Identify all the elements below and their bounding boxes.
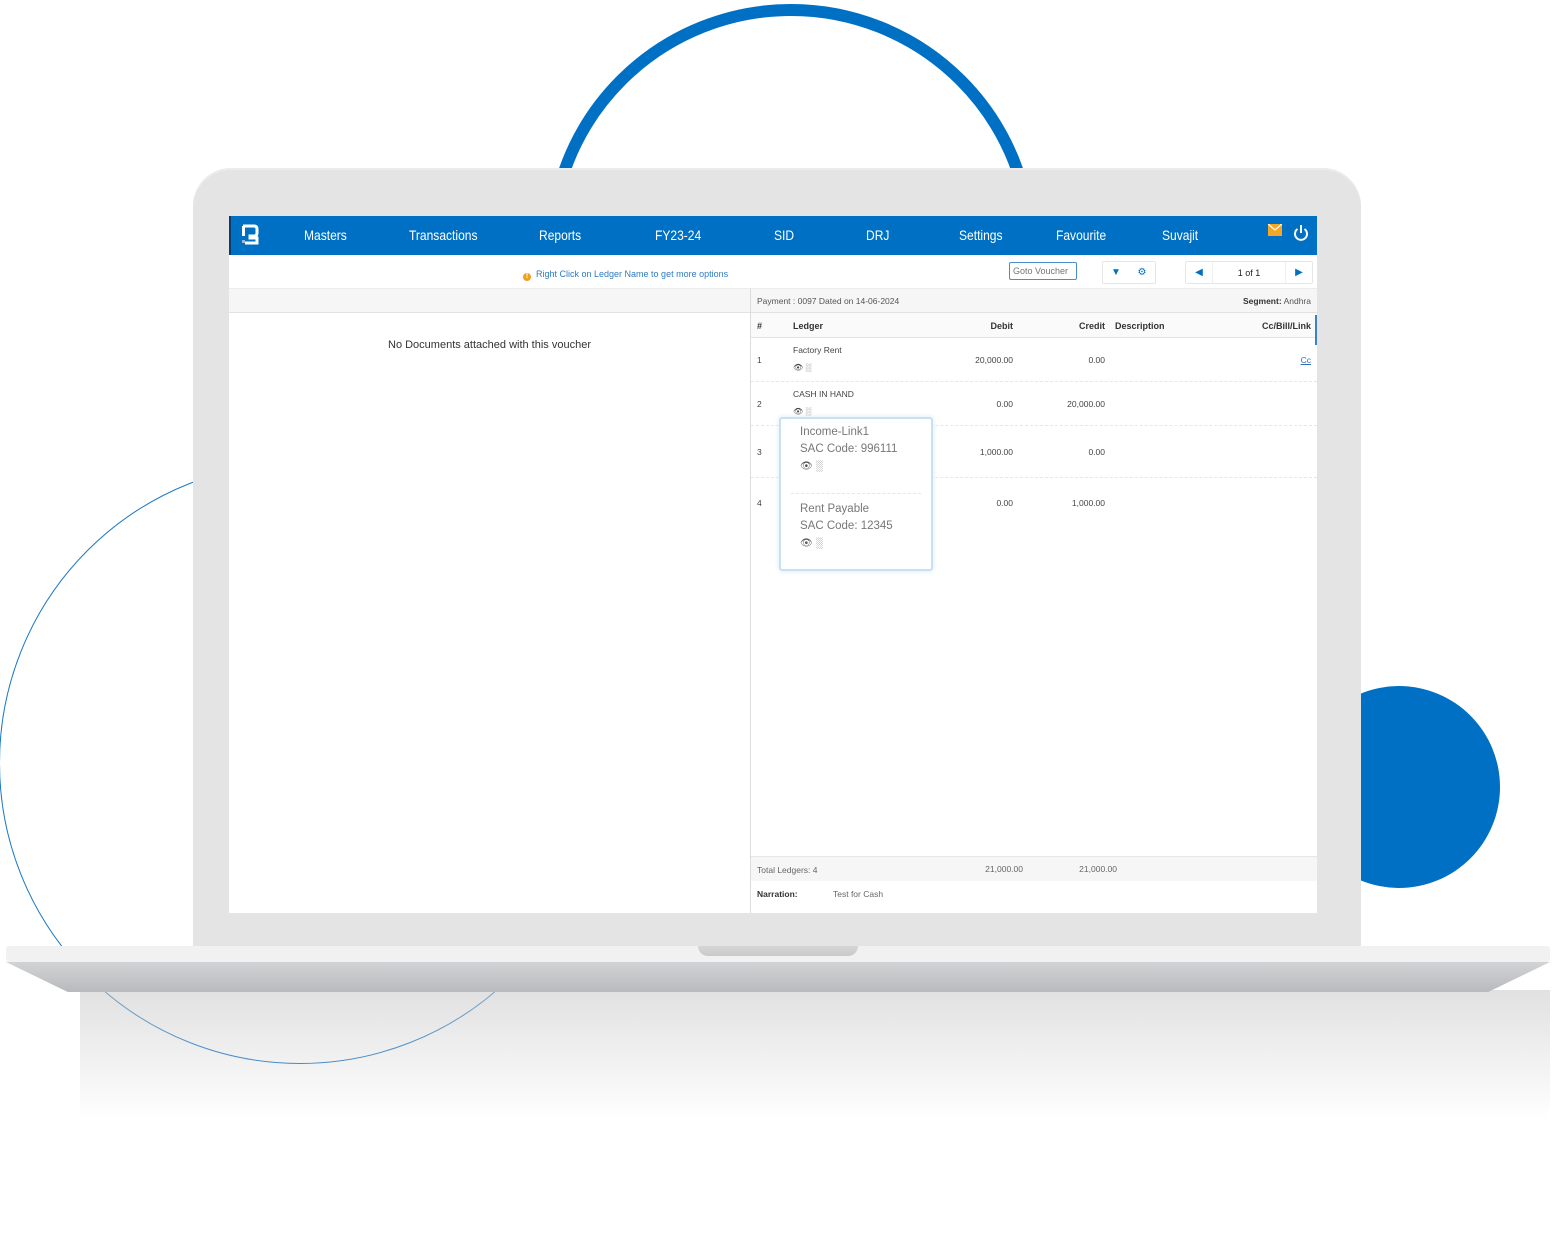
laptop-base [6,946,1550,992]
row-number: 4 [757,498,762,508]
debit-value: 1,000.00 [979,447,1013,457]
chart-icon[interactable]: ░ [805,363,811,372]
credit-value: 0.00 [1088,447,1105,457]
cc-link[interactable]: Cc [1301,355,1311,365]
ledger-name[interactable]: CASH IN HAND [793,389,854,399]
row-actions: 👁 ░ [793,363,811,372]
power-icon[interactable] [1293,224,1309,242]
credit-value: 1,000.00 [1071,498,1105,508]
tool-buttons: ▼ ⚙ [1102,261,1156,284]
totals-row: Total Ledgers: 4 21,000.00 21,000.00 [751,856,1317,881]
voucher-info: Payment : 0097 Dated on 14-06-2024 [757,296,900,306]
popup-ledger-name[interactable]: Income-Link1 [800,426,897,438]
popup-item: Rent Payable SAC Code: 12345 👁 ░ [800,503,893,549]
mail-icon[interactable] [1268,224,1282,236]
col-debit: Debit [990,321,1014,331]
filter-icon: ▼ [1111,267,1121,278]
popup-actions: 👁 ░ [800,538,893,549]
goto-voucher-input[interactable] [1009,262,1077,280]
documents-header [229,289,750,313]
popup-sac-code: SAC Code: 12345 [800,520,893,532]
filter-button[interactable]: ▼ [1103,262,1129,283]
popup-actions: 👁 ░ [800,461,897,472]
nav-financial-year[interactable]: FY23-24 [655,216,701,255]
ledger-popup: Income-Link1 SAC Code: 996111 👁 ░ Rent P… [779,417,933,571]
col-ledger: Ledger [793,321,824,331]
credit-value: 0.00 [1088,355,1105,365]
eye-icon[interactable]: 👁 [800,538,813,549]
popup-sac-code: SAC Code: 996111 [800,443,898,455]
nav-transactions[interactable]: Transactions [409,216,477,255]
pager: ◀ 1 of 1 ▶ [1185,261,1313,284]
row-number: 2 [757,399,762,409]
segment-value: Andhra [1283,296,1311,306]
row-number: 3 [757,447,762,457]
nav-reports[interactable]: Reports [539,216,581,255]
popup-separator [791,493,921,494]
row-actions: 👁 ░ [793,407,811,416]
narration-text: Test for Cash [833,889,884,899]
col-description: Description [1115,321,1165,331]
hint-message: ! Right Click on Ledger Name to get more … [523,269,728,281]
laptop-shadow [80,990,1550,1120]
next-page-button[interactable]: ▶ [1286,262,1312,283]
prev-page-button[interactable]: ◀ [1186,262,1212,283]
debit-value: 0.00 [996,399,1013,409]
chevron-right-icon: ▶ [1295,267,1303,278]
voucher-info-bar: Payment : 0097 Dated on 14-06-2024 Segme… [751,289,1317,313]
eye-icon[interactable]: 👁 [793,407,803,416]
chart-icon[interactable]: ░ [815,461,822,472]
segment-label: Segment: [1242,296,1282,306]
debit-value: 0.00 [996,498,1013,508]
row-number: 1 [757,355,762,365]
chart-icon[interactable]: ░ [815,538,822,549]
settings-button[interactable]: ⚙ [1129,262,1155,283]
toolbar: ! Right Click on Ledger Name to get more … [229,255,1317,289]
col-credit: Credit [1078,321,1105,331]
chevron-left-icon: ◀ [1195,267,1203,278]
segment-info: Segment: Andhra [1243,296,1311,306]
laptop-base-front [6,962,1550,992]
col-cc-bill-link: Cc/Bill/Link [1261,321,1311,331]
total-debit: 21,000.00 [985,864,1023,874]
nav-favourite[interactable]: Favourite [1056,216,1106,255]
nav-user[interactable]: Suvajit [1162,216,1198,255]
app-logo-icon[interactable] [241,224,259,246]
chart-icon[interactable]: ░ [805,407,811,416]
top-nav: Masters Transactions Reports FY23-24 SID… [229,216,1317,255]
total-ledgers: Total Ledgers: 4 [757,865,818,875]
voucher-panel: Payment : 0097 Dated on 14-06-2024 Segme… [751,289,1317,913]
nav-masters[interactable]: Masters [304,216,347,255]
nav-sid[interactable]: SID [774,216,794,255]
table-row: 1 Factory Rent 👁 ░ 20,000.00 0.00 Cc [751,338,1317,382]
laptop-notch [698,946,858,956]
hint-text: Right Click on Ledger Name to get more o… [536,269,729,279]
nav-drj[interactable]: DRJ [866,216,889,255]
app-screen: Masters Transactions Reports FY23-24 SID… [229,216,1317,913]
ledger-name[interactable]: Factory Rent [793,345,842,355]
total-credit: 21,000.00 [1079,864,1117,874]
ledger-table-header: # Ledger Debit Credit Description Cc/Bil… [751,313,1317,338]
narration-row: Narration: Test for Cash [751,881,1317,913]
credit-value: 20,000.00 [1067,399,1105,409]
narration-label: Narration: [757,889,798,899]
no-documents-message: No Documents attached with this voucher [388,339,591,351]
popup-ledger-name[interactable]: Rent Payable [800,503,893,515]
info-icon: ! [523,273,531,281]
popup-item: Income-Link1 SAC Code: 996111 👁 ░ [800,426,897,472]
page-indicator: 1 of 1 [1212,262,1286,283]
nav-settings[interactable]: Settings [959,216,1003,255]
eye-icon[interactable]: 👁 [800,461,813,472]
debit-value: 20,000.00 [975,355,1013,365]
gear-icon: ⚙ [1137,267,1147,278]
col-number: # [757,321,763,331]
eye-icon[interactable]: 👁 [793,363,803,372]
